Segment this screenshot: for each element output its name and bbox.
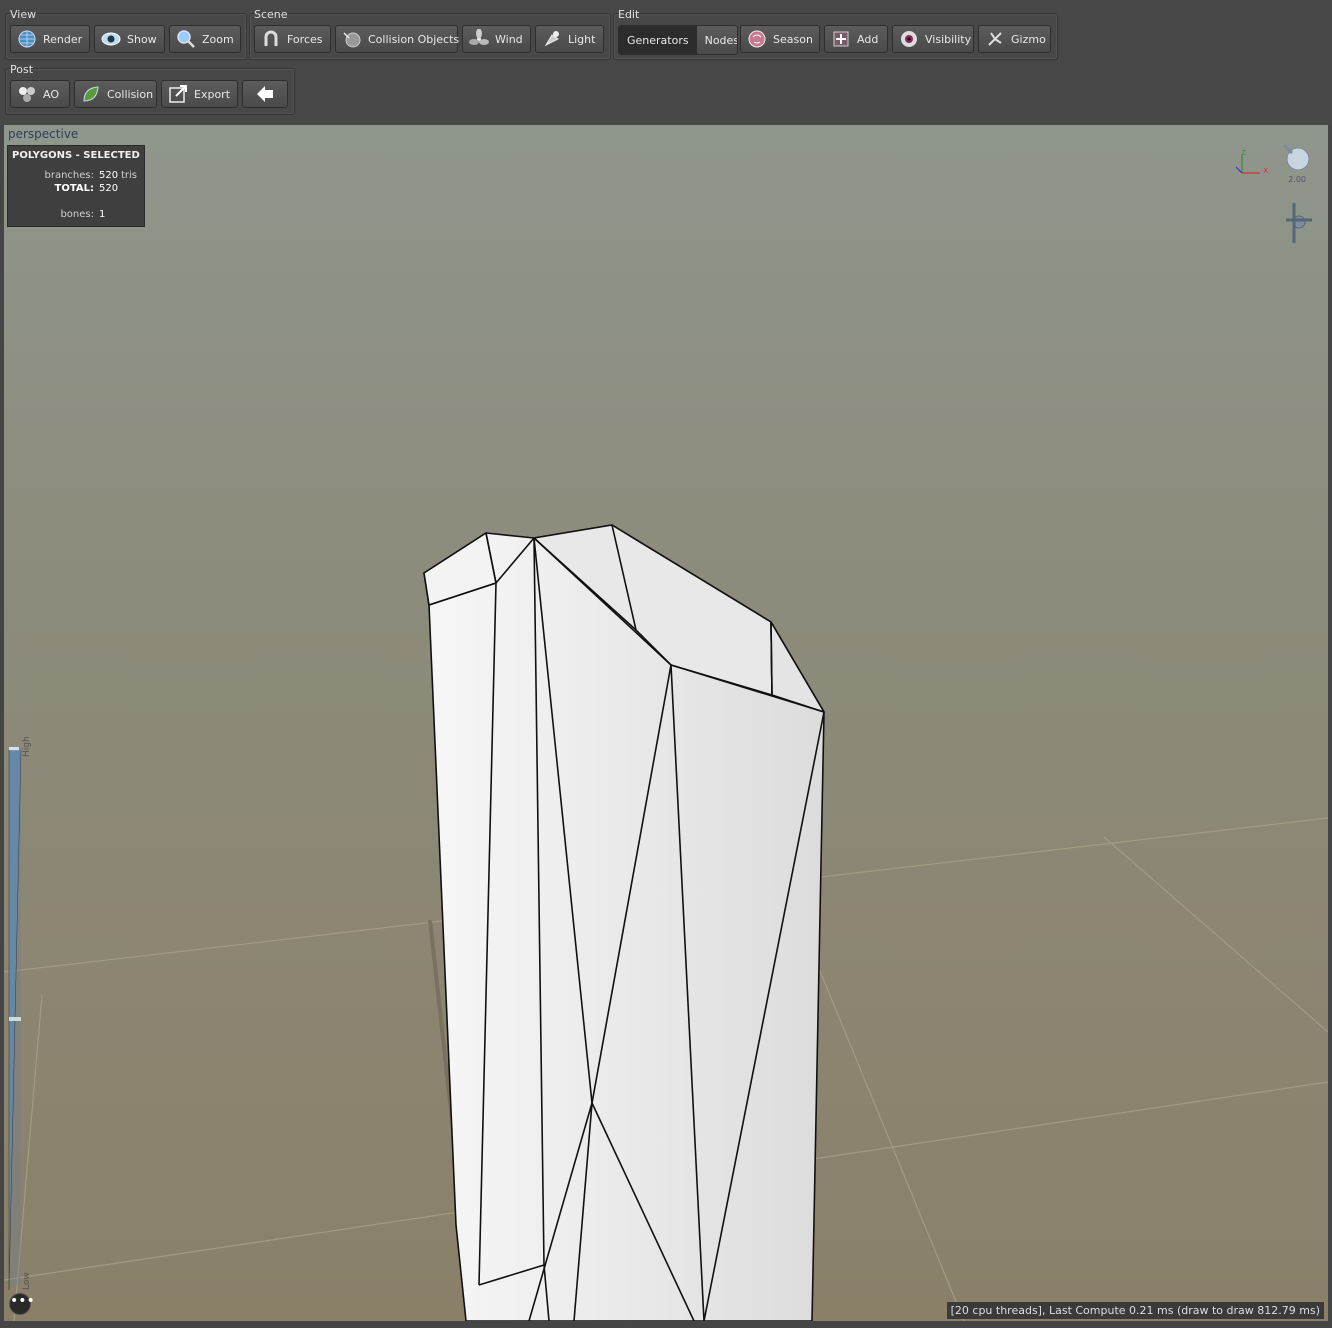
branches-label: branches:: [44, 170, 95, 181]
edit-group-label: Edit: [618, 8, 640, 21]
zoom-button[interactable]: Zoom: [169, 25, 241, 53]
light-intensity-value: 2.00: [1288, 175, 1306, 184]
tab-nodes[interactable]: Nodes: [696, 26, 737, 54]
leaf-icon: [81, 84, 101, 104]
spotlight-icon: [542, 29, 562, 49]
wind-label: Wind: [495, 32, 523, 46]
gizmo-icon: [985, 29, 1005, 49]
gizmo-button[interactable]: Gizmo: [978, 25, 1051, 53]
axis-x-label: X: [1263, 167, 1268, 175]
visibility-button[interactable]: Visibility: [892, 25, 974, 53]
light-button[interactable]: Light: [535, 25, 604, 53]
scene-canvas[interactable]: [4, 125, 1328, 1321]
bones-label: bones:: [60, 209, 94, 220]
show-button[interactable]: Show: [94, 25, 165, 53]
status-bar: [20 cpu threads], Last Compute 0.21 ms (…: [946, 1302, 1324, 1319]
collision-button[interactable]: Collision: [74, 80, 157, 108]
3d-viewport[interactable]: perspective POLYGONS - SELECTED branches…: [4, 125, 1328, 1321]
ao-button[interactable]: AO: [10, 80, 70, 108]
export-button[interactable]: Export: [161, 80, 238, 108]
forces-label: Forces: [287, 32, 323, 46]
back-button[interactable]: [242, 80, 288, 108]
eye-icon: [101, 29, 121, 49]
stats-panel: POLYGONS - SELECTED branches: 520 tris T…: [7, 145, 145, 227]
view-group-label: View: [10, 8, 37, 21]
total-value: 520: [99, 183, 119, 194]
stats-title: POLYGONS - SELECTED: [12, 150, 140, 161]
ao-spheres-icon: [17, 84, 37, 104]
lod-slider[interactable]: [8, 747, 22, 1291]
scene-group-label: Scene: [254, 8, 288, 21]
bones-value: 1: [99, 209, 106, 220]
total-label: TOTAL:: [54, 183, 94, 194]
add-button[interactable]: Add: [824, 25, 888, 53]
visibility-label: Visibility: [925, 32, 972, 46]
show-label: Show: [127, 32, 157, 46]
collision-sphere-icon: [342, 29, 362, 49]
render-label: Render: [43, 32, 83, 46]
forces-button[interactable]: Forces: [254, 25, 331, 53]
light-label: Light: [568, 32, 596, 46]
camera-label[interactable]: perspective: [8, 127, 78, 141]
collision-objects-label: Collision Objects: [368, 32, 460, 46]
render-button[interactable]: Render: [10, 25, 90, 53]
fan-icon: [469, 28, 489, 49]
ao-label: AO: [43, 87, 59, 101]
add-label: Add: [857, 32, 879, 46]
globe-icon: [17, 29, 37, 49]
branches-unit: tris: [121, 170, 138, 181]
export-label: Export: [194, 87, 231, 101]
magnifier-icon: [176, 29, 196, 49]
tab-generators[interactable]: Generators: [619, 26, 697, 54]
edit-mode-tabs: Generators Nodes: [618, 25, 738, 55]
lod-low-label: Low: [22, 1272, 32, 1290]
lod-high-label: High: [22, 736, 32, 757]
branches-value: 520: [99, 170, 119, 181]
wind-button[interactable]: Wind: [462, 25, 531, 53]
zoom-label: Zoom: [202, 32, 234, 46]
season-label: Season: [773, 32, 813, 46]
arrow-left-icon: [255, 84, 275, 104]
more-options-button[interactable]: •••: [9, 1293, 35, 1315]
collision-label: Collision: [107, 87, 154, 101]
toolbar: View Render Show Zoom Scene Forces Colli…: [0, 0, 1332, 125]
post-group-label: Post: [10, 63, 34, 76]
tree-mesh[interactable]: [423, 524, 825, 1321]
season-button[interactable]: Season: [740, 25, 820, 53]
axis-z-label: Z: [1241, 149, 1246, 157]
gizmo-label: Gizmo: [1011, 32, 1046, 46]
collision-objects-button[interactable]: Collision Objects: [335, 25, 460, 53]
visibility-eye-icon: [899, 29, 919, 49]
add-node-icon: [831, 29, 851, 49]
season-globe-icon: [747, 29, 767, 49]
export-icon: [168, 84, 188, 104]
magnet-icon: [261, 29, 281, 49]
